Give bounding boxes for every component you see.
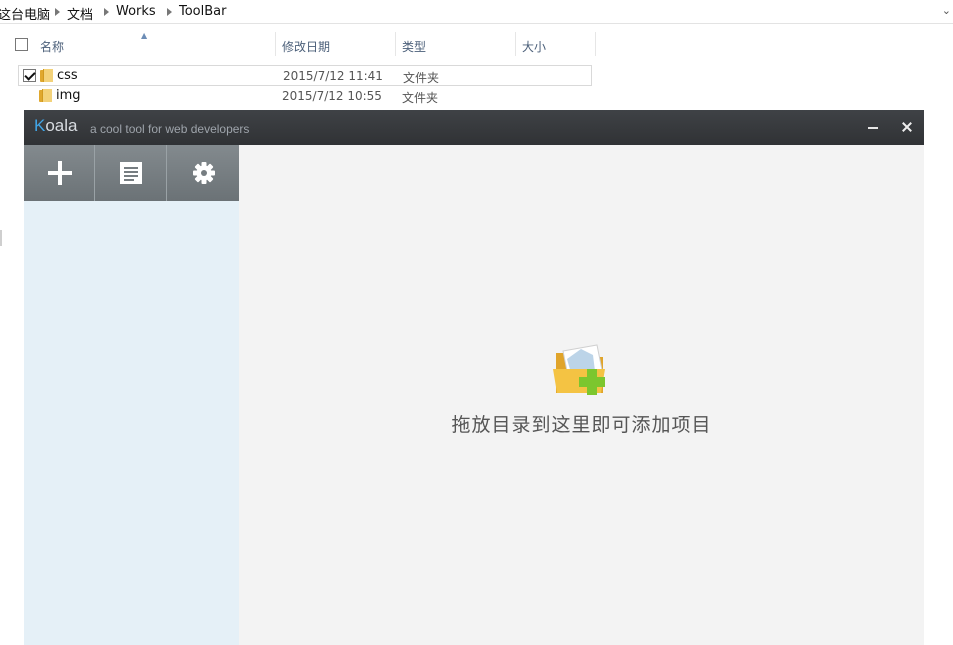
breadcrumb-separator-icon[interactable] [104,8,109,16]
koala-titlebar[interactable]: Koala a cool tool for web developers [24,110,924,145]
column-divider[interactable] [595,32,596,56]
add-project-button[interactable] [24,145,95,201]
address-bar[interactable]: 这台电脑 文档 Works ToolBar ⌄ [0,0,953,24]
file-type: 文件夹 [403,71,440,85]
scroll-edge [0,230,2,246]
column-size-header[interactable]: 大小 [522,38,546,55]
koala-tagline: a cool tool for web developers [90,122,250,136]
breadcrumb-this-pc[interactable]: 这台电脑 [0,4,50,23]
column-type-header[interactable]: 类型 [402,38,426,55]
logo-k: K [34,116,46,135]
column-name-header[interactable]: 名称 [40,38,64,55]
file-name[interactable]: css [57,68,78,83]
koala-logo: Koala [34,116,77,136]
breadcrumb-separator-icon[interactable] [55,8,60,16]
breadcrumb-works[interactable]: Works [116,4,156,19]
column-divider[interactable] [515,32,516,56]
breadcrumb-documents[interactable]: 文档 [67,4,93,23]
settings-button[interactable] [167,145,238,201]
document-icon [120,162,142,184]
folder-icon [40,69,53,82]
file-row-css[interactable]: css 2015/7/12 11:41 文件夹 [18,65,592,86]
drop-instructions: 拖放目录到这里即可添加项目 [451,414,712,436]
column-modified-header[interactable]: 修改日期 [282,38,330,55]
folder-icon [39,89,52,102]
column-header-row: 名称 修改日期 类型 大小 [0,32,600,60]
breadcrumb-toolbar[interactable]: ToolBar [179,4,226,19]
file-type: 文件夹 [402,91,439,105]
file-modified: 2015/7/12 10:55 [282,89,382,103]
file-name[interactable]: img [56,88,81,103]
chevron-down-icon[interactable]: ⌄ [942,4,951,17]
logo-rest: oala [45,116,78,135]
file-modified: 2015/7/12 11:41 [283,69,383,83]
row-checkbox[interactable] [23,69,36,82]
sidebar-toolbar [24,145,239,201]
gear-icon [193,162,215,184]
column-divider[interactable] [395,32,396,56]
koala-window: Koala a cool tool for web developers 拖放目… [24,110,924,645]
breadcrumb-separator-icon[interactable] [167,8,172,16]
close-icon[interactable] [898,118,916,136]
column-divider[interactable] [275,32,276,56]
minimize-icon[interactable] [867,118,881,136]
drop-zone[interactable]: 拖放目录到这里即可添加项目 [239,145,924,645]
log-button[interactable] [96,145,167,201]
file-row-img[interactable]: img 2015/7/12 10:55 文件夹 [18,86,592,107]
add-folder-icon [553,344,605,395]
project-sidebar[interactable] [24,145,239,645]
select-all-checkbox[interactable] [15,38,28,51]
